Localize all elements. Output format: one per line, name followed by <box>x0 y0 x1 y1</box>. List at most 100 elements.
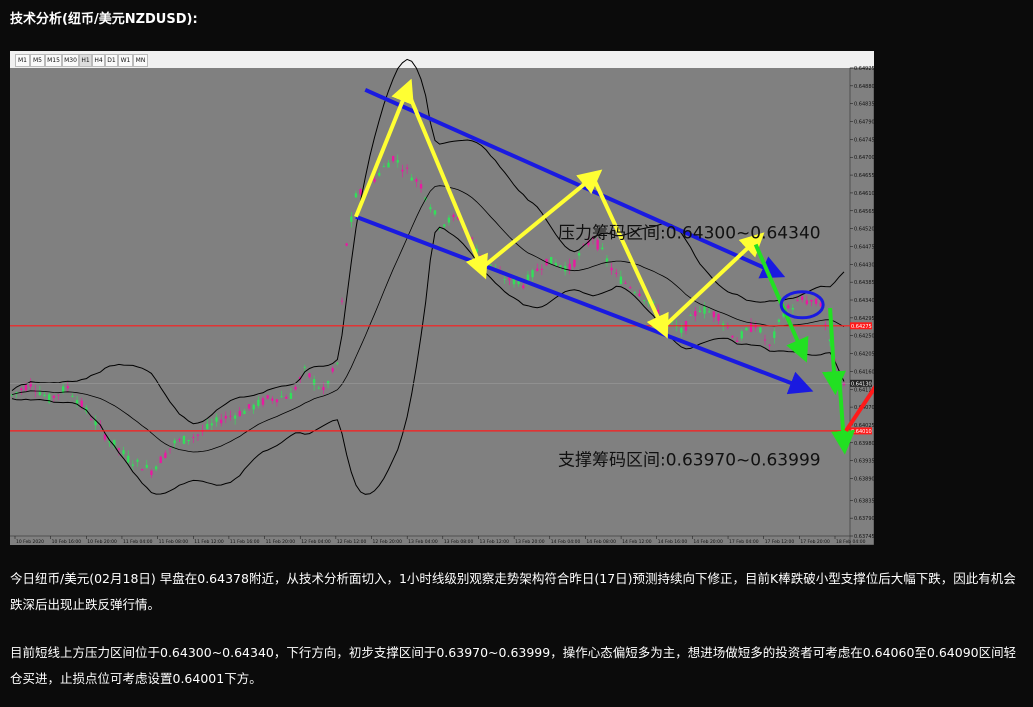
price-tick-label: 0.64475 <box>854 244 874 250</box>
candle-body <box>140 469 144 471</box>
candle-body <box>814 298 818 304</box>
price-tick-label: 0.64790 <box>854 120 874 126</box>
price-tick-label: 0.64295 <box>854 316 874 322</box>
price-tick-label: 0.64385 <box>854 280 874 286</box>
candle-body <box>433 210 437 215</box>
candle-body <box>791 307 795 310</box>
candle-body <box>666 318 669 320</box>
candle-body <box>326 381 330 385</box>
candle-body <box>703 306 706 314</box>
candle-body <box>759 327 762 333</box>
time-tick-label: 10 Feb 20:00 <box>87 539 117 545</box>
candle-body <box>350 216 353 222</box>
candle-body <box>178 439 181 440</box>
candle-body <box>275 399 279 403</box>
candle-body <box>373 178 376 182</box>
time-tick-label: 17 Feb 12:00 <box>765 539 795 545</box>
candle-body <box>628 287 632 289</box>
candle-body <box>633 292 637 294</box>
candle-body <box>71 395 74 397</box>
candle-body <box>252 404 255 410</box>
resistance-annotation: 压力筹码区间:0.64300~0.64340 <box>558 224 821 244</box>
candle-body <box>382 166 386 168</box>
candle-body <box>568 263 571 271</box>
candle-body <box>294 386 297 390</box>
candle-body <box>219 419 223 424</box>
candle-body <box>396 160 399 163</box>
candle-body <box>773 331 776 338</box>
time-tick-label: 13 Feb 12:00 <box>479 539 509 545</box>
candle-body <box>154 466 158 470</box>
candle-body <box>577 253 581 256</box>
candle-body <box>322 387 325 391</box>
price-tag-label: 0.64275 <box>851 324 872 330</box>
candle-body <box>345 243 348 246</box>
candle-body <box>735 340 739 342</box>
candle-body <box>810 299 813 302</box>
candle-body <box>642 300 646 302</box>
candle-body <box>531 270 534 278</box>
candle-body <box>522 285 525 289</box>
candle-body <box>405 167 409 169</box>
candle-body <box>340 300 344 302</box>
candle-body <box>336 362 339 364</box>
time-tick-label: 18 Feb 04:00 <box>836 539 866 545</box>
candle-body <box>401 169 404 172</box>
candle-body <box>805 300 809 305</box>
candle-body <box>429 207 432 210</box>
candle-body <box>182 435 186 444</box>
candle-body <box>731 335 734 338</box>
candle-body <box>308 373 311 378</box>
candle-body <box>229 415 232 417</box>
candle-body <box>410 177 413 181</box>
candle-body <box>150 470 153 476</box>
candle-body <box>415 179 418 182</box>
price-tick-label: 0.64880 <box>854 84 874 90</box>
candle-body <box>280 396 283 398</box>
candle-body <box>145 464 148 468</box>
candle-body <box>75 400 79 404</box>
candle-body <box>52 395 56 398</box>
candle-body <box>66 386 69 389</box>
candle-body <box>489 264 492 266</box>
candle-body <box>127 455 130 463</box>
candle-body <box>452 214 455 218</box>
candle-body <box>698 310 702 312</box>
candle-body <box>359 189 362 195</box>
candle-body <box>168 448 172 450</box>
candle-body <box>187 439 190 442</box>
time-tick-label: 12 Feb 20:00 <box>373 539 403 545</box>
candle-body <box>447 217 451 223</box>
candle-body <box>615 272 618 274</box>
time-tick-label: 14 Feb 12:00 <box>622 539 652 545</box>
candle-body <box>768 344 771 346</box>
candle-body <box>196 434 200 436</box>
time-tick-label: 10 Feb 16:00 <box>52 539 82 545</box>
candle-body <box>43 394 46 397</box>
price-tick-label: 0.64610 <box>854 191 874 197</box>
candle-body <box>122 450 125 455</box>
candle-body <box>38 391 42 395</box>
time-tick-label: 13 Feb 04:00 <box>408 539 438 545</box>
candle-body <box>824 323 827 325</box>
candle-body <box>317 387 320 389</box>
candle-body <box>624 282 627 284</box>
candle-body <box>24 384 28 391</box>
candle-body <box>215 417 218 422</box>
candle-body <box>419 184 423 189</box>
time-tick-label: 11 Feb 16:00 <box>230 539 260 545</box>
time-tick-label: 10 Feb 2020 <box>16 539 44 545</box>
time-tick-label: 17 Feb 20:00 <box>800 539 830 545</box>
price-tag-label: 0.64130 <box>851 381 872 387</box>
candle-body <box>57 394 60 396</box>
price-tick-label: 0.63935 <box>854 459 874 465</box>
candle-body <box>377 172 381 176</box>
candle-body <box>796 300 799 302</box>
price-tick-label: 0.64520 <box>854 227 874 233</box>
price-tick-label: 0.64925 <box>854 66 874 72</box>
candle-body <box>391 156 395 162</box>
candle-body <box>233 415 237 419</box>
price-tick-label: 0.64565 <box>854 209 874 215</box>
price-tick-label: 0.63790 <box>854 516 874 522</box>
candle-body <box>303 366 307 368</box>
